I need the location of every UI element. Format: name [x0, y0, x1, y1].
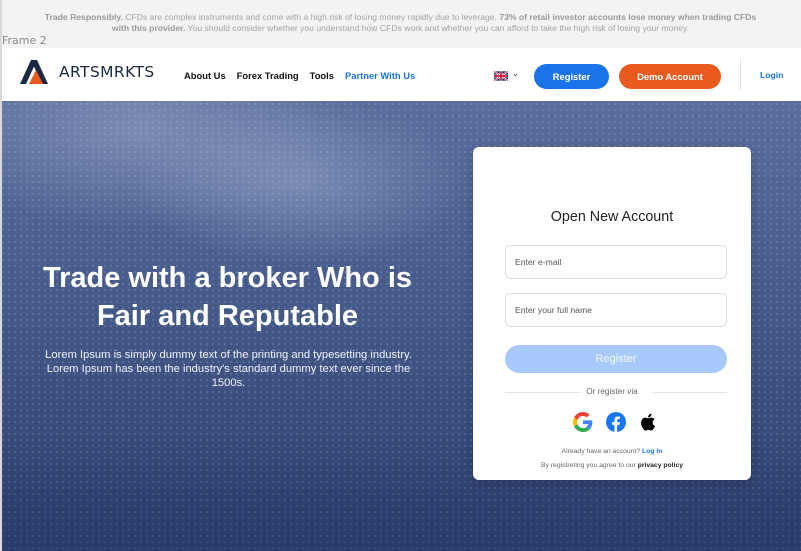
have-account-text: Already have an account? Log In: [473, 448, 751, 455]
top-navbar: ARTSMRKTS About Us Forex Trading Tools P…: [0, 48, 801, 101]
frame-label: Frame 2: [2, 34, 47, 47]
nav-forex-trading[interactable]: Forex Trading: [237, 70, 299, 81]
warning-text: CFDs are complex instruments and come wi…: [122, 12, 500, 22]
login-link[interactable]: Login: [760, 70, 783, 80]
signup-card: Open New Account Enter e-mail Enter your…: [473, 147, 751, 480]
frame-border: [0, 0, 2, 551]
brand-name: ARTSMRKTS: [59, 63, 155, 81]
hero-subtitle: Lorem Ipsum is simply dummy text of the …: [45, 349, 412, 389]
have-account-label: Already have an account?: [561, 448, 641, 455]
privacy-text: By registreting you agree to our privacy…: [473, 462, 751, 469]
signup-title: Open New Account: [550, 209, 674, 225]
or-register-via: Or register via: [586, 387, 638, 396]
agree-label: By registreting you agree to our: [540, 462, 636, 469]
full-name-field[interactable]: Enter your full name: [505, 293, 727, 327]
apple-icon[interactable]: [639, 412, 659, 432]
nav-tools[interactable]: Tools: [310, 70, 334, 81]
warning-text-2: You should consider whether you understa…: [185, 23, 690, 33]
nav-partner-with-us[interactable]: Partner With Us: [345, 70, 415, 81]
google-icon[interactable]: [573, 412, 593, 432]
chevron-down-icon[interactable]: ⌄: [512, 69, 519, 78]
hero-title: Trade with a broker Who is Fair and Repu…: [42, 262, 412, 332]
logo[interactable]: ARTSMRKTS: [20, 60, 155, 84]
nav-divider: [740, 59, 741, 90]
email-field[interactable]: Enter e-mail: [505, 245, 727, 279]
login-in-card-link[interactable]: Log In: [642, 448, 662, 455]
facebook-icon[interactable]: [606, 412, 626, 432]
uk-flag-icon[interactable]: [494, 71, 508, 81]
main-nav: About Us Forex Trading Tools Partner Wit…: [184, 70, 426, 81]
risk-warning-banner: Trade Responsibly. CFDs are complex inst…: [0, 0, 801, 48]
register-button[interactable]: Register: [534, 64, 609, 89]
demo-account-button[interactable]: Demo Account: [619, 64, 721, 89]
warning-lead: Trade Responsibly.: [44, 12, 123, 22]
artsmrkts-logo-icon: [20, 60, 48, 84]
nav-about-us[interactable]: About Us: [184, 70, 226, 81]
signup-register-button[interactable]: Register: [505, 345, 727, 373]
privacy-policy-link[interactable]: privacy policy: [638, 462, 683, 469]
